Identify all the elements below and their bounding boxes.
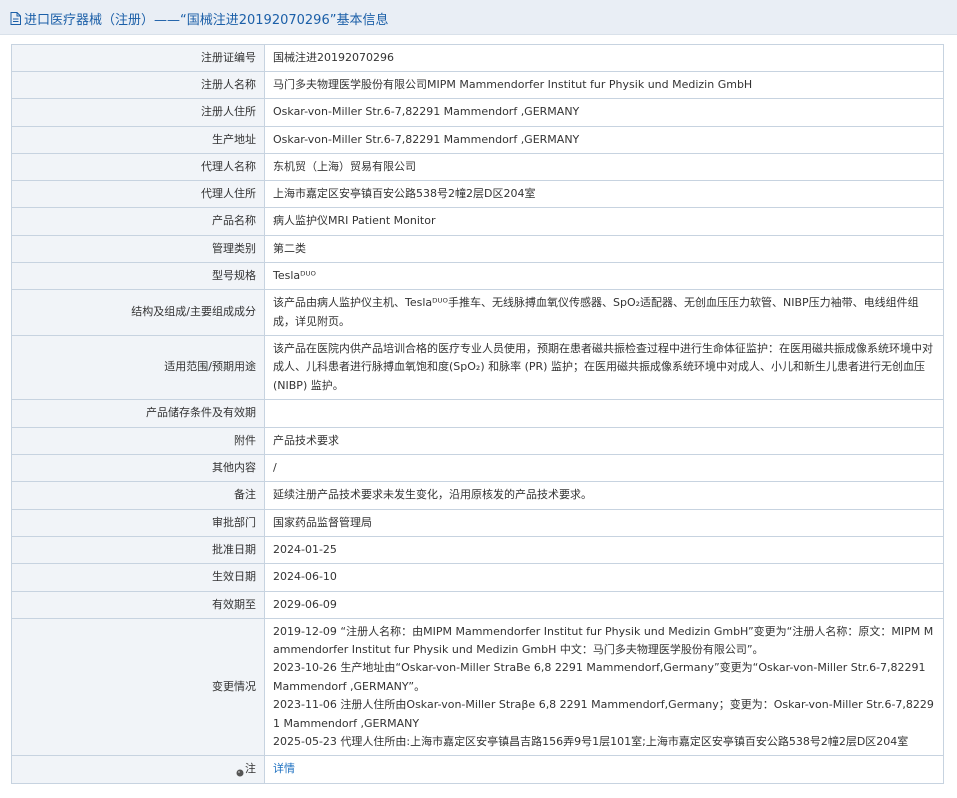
change-history-entry: 2023-10-26 生产地址由“Oskar-von-Miller StraBe… <box>273 661 926 693</box>
table-row: 代理人名称 东机贸（上海）贸易有限公司 <box>11 153 944 181</box>
change-history-entry: 2025-05-23 代理人住所由:上海市嘉定区安亭镇昌吉路156弄9号1层10… <box>273 735 909 749</box>
row-label-change-history: 变更情况 <box>11 618 265 756</box>
info-table: 注册证编号 国械注进20192070296 注册人名称 马门多夫物理医学股份有限公司M… <box>11 44 944 784</box>
row-label: 产品储存条件及有效期 <box>11 399 265 428</box>
row-label: 附件 <box>11 427 265 455</box>
row-value: 延续注册产品技术要求未发生变化，沿用原核发的产品技术要求。 <box>264 481 944 510</box>
change-history-entry: 2019-12-09 “注册人名称：由MIPM Mammendorfer Ins… <box>273 624 934 656</box>
row-value: Oskar-von-Miller Str.6-7,82291 Mammendor… <box>264 98 944 127</box>
table-row: 批准日期 2024-01-25 <box>11 536 944 564</box>
row-value: 马门多夫物理医学股份有限公司MIPM Mammendorfer Institut… <box>264 71 944 99</box>
change-history-cell: 2019-12-09 “注册人名称：由MIPM Mammendorfer Ins… <box>264 618 944 756</box>
row-label: 产品名称 <box>11 207 265 236</box>
page-header: 进口医疗器械（注册）——“国械注进20192070296”基本信息 <box>0 0 957 35</box>
table-row: 审批部门 国家药品监督管理局 <box>11 509 944 537</box>
table-row: 其他内容 / <box>11 454 944 482</box>
row-value <box>264 399 944 428</box>
details-link[interactable]: 详情 <box>273 762 295 775</box>
row-label: 代理人名称 <box>11 153 265 181</box>
row-label-note: 注 <box>11 755 265 784</box>
row-label: 适用范围/预期用途 <box>11 335 265 400</box>
row-value: 国家药品监督管理局 <box>264 509 944 537</box>
row-value: 产品技术要求 <box>264 427 944 455</box>
page-footer-space <box>0 786 957 798</box>
table-row-change-history: 变更情况 2019-12-09 “注册人名称：由MIPM Mammendorfe… <box>11 618 944 756</box>
table-row: 生产地址 Oskar-von-Miller Str.6-7,82291 Mamme… <box>11 126 944 154</box>
row-value: 2024-06-10 <box>264 563 944 592</box>
row-label: 管理类别 <box>11 235 265 263</box>
row-label: 审批部门 <box>11 509 265 537</box>
row-value: Teslaᴰᵁᴼ <box>264 262 944 290</box>
row-value: 该产品由病人监护仪主机、Teslaᴰᵁᴼ手推车、无线脉搏血氧仪传感器、SpO₂适… <box>264 289 944 336</box>
table-row: 注册证编号 国械注进20192070296 <box>11 44 944 72</box>
row-value: 2029-06-09 <box>264 591 944 619</box>
note-cell: 详情 <box>264 755 944 784</box>
row-label: 生产地址 <box>11 126 265 154</box>
table-row: 附件 产品技术要求 <box>11 427 944 455</box>
table-row: 注册人住所 Oskar-von-Miller Str.6-7,82291 Mamm… <box>11 98 944 127</box>
table-row: 结构及组成/主要组成成分 该产品由病人监护仪主机、Teslaᴰᵁᴼ手推车、无线脉搏… <box>11 289 944 336</box>
note-pin-icon <box>236 765 244 777</box>
table-row: 型号规格 Teslaᴰᵁᴼ <box>11 262 944 290</box>
row-label: 注册人住所 <box>11 98 265 127</box>
table-row: 生效日期 2024-06-10 <box>11 563 944 592</box>
document-icon <box>10 12 21 25</box>
note-label: 注 <box>245 762 256 776</box>
row-value: 2024-01-25 <box>264 536 944 564</box>
change-history-entry: 2023-11-06 注册人住所由Oskar-von-Miller Straβe… <box>273 698 934 730</box>
row-label: 有效期至 <box>11 591 265 619</box>
row-value: 病人监护仪MRI Patient Monitor <box>264 207 944 236</box>
table-row: 代理人住所 上海市嘉定区安亭镇百安公路538号2幢2层D区204室 <box>11 180 944 208</box>
row-value: 该产品在医院内供产品培训合格的医疗专业人员使用，预期在患者磁共振检查过程中进行生… <box>264 335 944 400</box>
page-title-text: 进口医疗器械（注册）——“国械注进20192070296”基本信息 <box>24 13 389 28</box>
row-label: 批准日期 <box>11 536 265 564</box>
row-value: 第二类 <box>264 235 944 263</box>
row-value: / <box>264 454 944 482</box>
table-row: 适用范围/预期用途 该产品在医院内供产品培训合格的医疗专业人员使用，预期在患者磁共… <box>11 335 944 400</box>
table-row: 管理类别 第二类 <box>11 235 944 263</box>
table-row-note: 注 详情 <box>11 755 944 784</box>
row-label: 注册人名称 <box>11 71 265 99</box>
row-label: 代理人住所 <box>11 180 265 208</box>
row-label: 型号规格 <box>11 262 265 290</box>
table-row: 有效期至 2029-06-09 <box>11 591 944 619</box>
table-row: 产品名称 病人监护仪MRI Patient Monitor <box>11 207 944 236</box>
table-row: 备注 延续注册产品技术要求未发生变化，沿用原核发的产品技术要求。 <box>11 481 944 510</box>
row-value: Oskar-von-Miller Str.6-7,82291 Mammendor… <box>264 126 944 154</box>
row-value: 上海市嘉定区安亭镇百安公路538号2幢2层D区204室 <box>264 180 944 208</box>
row-label: 生效日期 <box>11 563 265 592</box>
row-label: 其他内容 <box>11 454 265 482</box>
row-value: 东机贸（上海）贸易有限公司 <box>264 153 944 181</box>
table-row: 产品储存条件及有效期 <box>11 399 944 428</box>
row-value: 国械注进20192070296 <box>264 44 944 72</box>
table-row: 注册人名称 马门多夫物理医学股份有限公司MIPM Mammendorfer Ins… <box>11 71 944 99</box>
row-label: 备注 <box>11 481 265 510</box>
row-label: 结构及组成/主要组成成分 <box>11 289 265 336</box>
info-table-body: 注册证编号 国械注进20192070296 注册人名称 马门多夫物理医学股份有限公司M… <box>11 44 944 784</box>
row-label: 注册证编号 <box>11 44 265 72</box>
page-title: 进口医疗器械（注册）——“国械注进20192070296”基本信息 <box>10 9 388 28</box>
